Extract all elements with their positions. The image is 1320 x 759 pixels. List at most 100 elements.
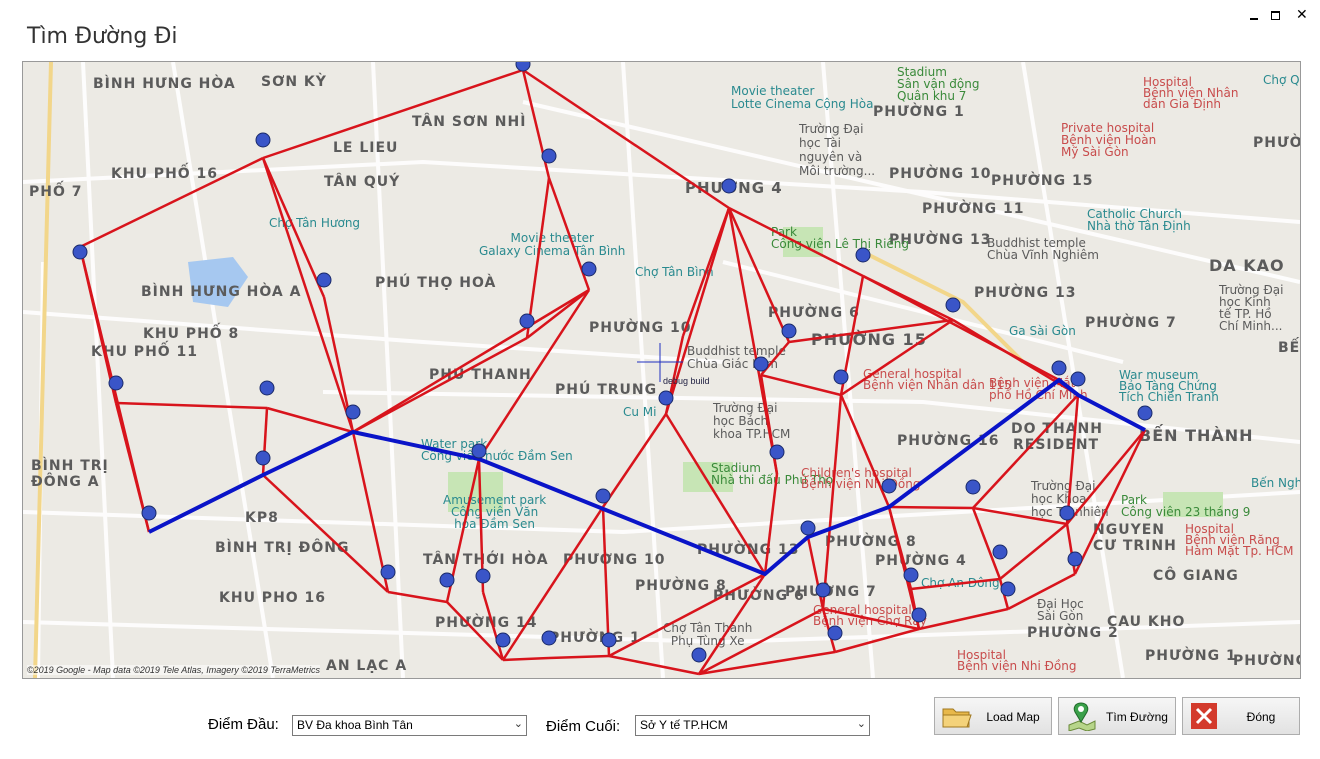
map-label-an-lac-a: AN LẠC A	[326, 658, 408, 674]
chevron-down-icon: ⌄	[856, 718, 866, 730]
map-label-phuong-11: PHƯỜNG 11	[922, 201, 1025, 217]
map-label-da-kao: DA KAO	[1209, 256, 1285, 275]
start-point-value: BV Đa khoa Bình Tân	[297, 718, 413, 732]
load-map-button[interactable]: Load Map	[934, 697, 1052, 735]
start-point-label: Điểm Đầu:	[208, 716, 279, 733]
map-label-kp8: KP8	[245, 510, 279, 526]
chevron-down-icon: ⌄	[513, 718, 523, 730]
map-label-khu-pho-16: KHU PHỐ 16	[111, 166, 219, 182]
poi-cho-an-dong: Chợ An Đông	[921, 576, 1000, 590]
map-label-phu-trung: PHÚ TRUNG	[555, 382, 658, 398]
poi-cho-tan-thanh: Chợ Tân Thành Phụ Tùng Xe	[663, 621, 753, 648]
map-label-phuong-4: PHƯỜNG 4	[685, 179, 783, 197]
map-label-phu-thanh: PHU THANH	[429, 367, 532, 383]
window-title: Tìm Đường Đi	[27, 24, 178, 49]
poi-hospital-rang: Hospital Bệnh viện Răng Hàm Mặt Tp. HCM	[1185, 522, 1294, 558]
poi-park-23-9: Park Công viên 23 tháng 9	[1121, 493, 1251, 519]
poi-truong-dh-kinh-te: Trường Đại học Kinh tế TP. Hồ Chí Minh..…	[1219, 283, 1284, 333]
map-label-phuong-14: PHƯỜNG 14	[435, 615, 538, 631]
map-label-khu-pho-8: KHU PHỐ 8	[143, 326, 240, 342]
find-route-button[interactable]: Tìm Đường	[1058, 697, 1176, 735]
map-label-binh-tri-dong-a: BÌNH TRỊ ĐÔNG A	[31, 458, 109, 490]
debug-label: debug build	[663, 376, 710, 386]
close-button[interactable]: Đóng	[1182, 697, 1300, 735]
load-map-label: Load Map	[986, 710, 1040, 724]
map-label-phuong-10-mid: PHƯỜNG 10	[589, 320, 692, 336]
close-window-button[interactable]: ✕	[1296, 6, 1308, 23]
map-label-phuong-10-low: PHƯỜNG 10	[563, 552, 666, 568]
map-label-do-thanh: DO THANH	[1011, 421, 1103, 437]
restore-icon	[1271, 11, 1280, 20]
map-label-phuong-1-top: PHƯỜNG 1	[873, 104, 965, 120]
poi-hospital-top: Hospital Bệnh viện Nhân dân Gia Định	[1143, 75, 1239, 111]
map-label-khu-pho-11: KHU PHỐ 11	[91, 344, 199, 360]
map-label-phuong-4-low: PHƯỜNG 4	[875, 553, 967, 569]
map-canvas[interactable]: BÌNH HƯNG HÒA SƠN KỲ TÂN SƠN NHÌ LE LIEU…	[22, 61, 1301, 679]
poi-truong-dh-khoa-tu-nhien: Trường Đại học Khoa học Tự nhiên	[1031, 479, 1109, 519]
map-label-phuong-3: PHƯỜNG 3	[1233, 653, 1301, 669]
poi-buddhist-temple-2: Buddhist temple Chùa Vĩnh Nghiêm	[987, 236, 1099, 262]
map-label-phuong-6: PHƯỜNG 6	[768, 305, 860, 321]
poi-movie-theater-2: Movie theater Galaxy Cinema Tân Bình	[479, 231, 626, 258]
poi-stadium-top: Stadium Sân vận động Quân khu 7	[897, 65, 980, 103]
close-icon: ✕	[1296, 6, 1308, 22]
map-label-phuong-15: PHƯỜNG 15	[811, 330, 927, 349]
map-label-phuong-7-low: PHƯỜNG 7	[785, 584, 877, 600]
map-label-phuong-7-right: PHƯỜNG 7	[1085, 315, 1177, 331]
map-label-khu-pho-16-low: KHU PHO 16	[219, 590, 327, 606]
map-label-phuong-1-low: PHƯỜNG 1	[549, 630, 641, 646]
poi-hospital-nhi-dong: Hospital Bệnh viện Nhi Đồng	[957, 648, 1077, 673]
poi-buddhist-temple: Buddhist temple Chùa Giác Lâm	[687, 344, 786, 371]
map-label-phuong-13-low: PHƯỜNG 13	[697, 542, 800, 558]
poi-amusement-park: Amusement park Công viên Văn hóa Đầm Sen	[443, 493, 547, 531]
map-label-son-ky: SƠN KỲ	[261, 74, 327, 90]
map-label-cau-kho: CAU KHO	[1107, 614, 1186, 630]
start-point-select[interactable]: BV Đa khoa Bình Tân ⌄	[292, 715, 527, 736]
poi-private-hospital: Private hospital Bệnh viện Hoàn Mỹ Sài G…	[1061, 121, 1157, 159]
map-label-phuong-1-br: PHƯỜNG 1	[1145, 648, 1237, 664]
map-label-co-giang: CÔ GIANG	[1153, 568, 1239, 584]
map-label-le-lieu: LE LIEU	[333, 140, 399, 156]
map-label-phuong-16: PHƯỜNG 16	[897, 433, 1000, 449]
end-point-value: Sở Y tế TP.HCM	[640, 718, 728, 732]
poi-dai-hoc-sai-gon: Đại Học Sài Gòn	[1037, 597, 1084, 623]
map-label-phuong-2: PHƯỜNG 2	[1027, 625, 1119, 641]
map-label-ben: BẾN	[1278, 340, 1301, 356]
poi-war-museum: War museum Bảo Tàng Chứng Tích Chiến Tra…	[1119, 368, 1219, 404]
poi-cho-tan-huong: Chợ Tân Hương	[269, 216, 361, 230]
map-label-tan-son-nhi: TÂN SƠN NHÌ	[412, 114, 527, 130]
poi-general-hospital-2: General hospital Bệnh viện Chợ Rẫy	[813, 603, 927, 628]
poi-cho-q: Chợ Q	[1263, 73, 1300, 87]
map-label-pho-7: PHỐ 7	[29, 184, 83, 200]
poi-water-park: Water park Công viên nước Đầm Sen	[421, 437, 573, 463]
poi-truong-dh-bach-khoa: Trường Đại học Bách khoa TP.HCM	[713, 401, 791, 441]
poi-park-le-thi-rieng: Park Công viên Lê Thị Riêng	[771, 225, 910, 251]
find-route-label: Tìm Đường	[1106, 710, 1168, 724]
minimize-button[interactable]	[1250, 8, 1258, 23]
poi-ga-sai-gon: Ga Sài Gòn	[1009, 324, 1076, 338]
map-label-resident: RESIDENT	[1013, 437, 1100, 453]
poi-catholic-church: Catholic Church Nhà thờ Tân Định	[1087, 207, 1191, 233]
map-label-tan-thoi-hoa: TÂN THỚI HÒA	[423, 552, 549, 568]
map-copyright: ©2019 Google - Map data ©2019 Tele Atlas…	[27, 665, 321, 675]
restore-button[interactable]	[1271, 8, 1280, 23]
map-label-phuong-8-mid: PHƯỜNG 8	[825, 534, 917, 550]
map-label-binh-hung-hoa: BÌNH HƯNG HÒA	[93, 76, 236, 92]
poi-benh-vien-mat: Bệnh viện Mắt phố Hồ Chí Minh	[989, 376, 1088, 402]
poi-childrens-hospital: Children's hospital Bệnh viện Nhi Đồng	[801, 466, 921, 491]
map-label-phuong-15-top: PHƯỜNG 15	[991, 173, 1094, 189]
map-label-phu-tho-hoa: PHÚ THỌ HOÀ	[375, 275, 497, 291]
minimize-icon	[1250, 18, 1258, 20]
poi-truong-dh-tai-nguyen: Trường Đại học Tài nguyên và Môi trường.…	[799, 122, 876, 178]
map-label-ben-thanh: BẾN THÀNH	[1139, 426, 1254, 445]
poi-cho-tan-binh: Chợ Tân Bình	[635, 265, 714, 279]
poi-cu-mi: Cu Mi	[623, 405, 657, 419]
end-point-select[interactable]: Sở Y tế TP.HCM ⌄	[635, 715, 870, 736]
map-label-phuong-13-b: PHƯỜNG 13	[974, 285, 1077, 301]
map-label-tan-quy: TÂN QUÝ	[324, 174, 401, 190]
end-point-label: Điểm Cuối:	[546, 718, 621, 735]
poi-ben-nghe: Bến Nghé	[1251, 476, 1300, 490]
map-label-phuong-10-top: PHƯỜNG 10	[889, 166, 992, 182]
poi-movie-theater-1: Movie theater Lotte Cinema Cộng Hòa	[731, 84, 874, 111]
map-label-phuong-1-right: PHƯỜNG 1	[1253, 135, 1300, 151]
